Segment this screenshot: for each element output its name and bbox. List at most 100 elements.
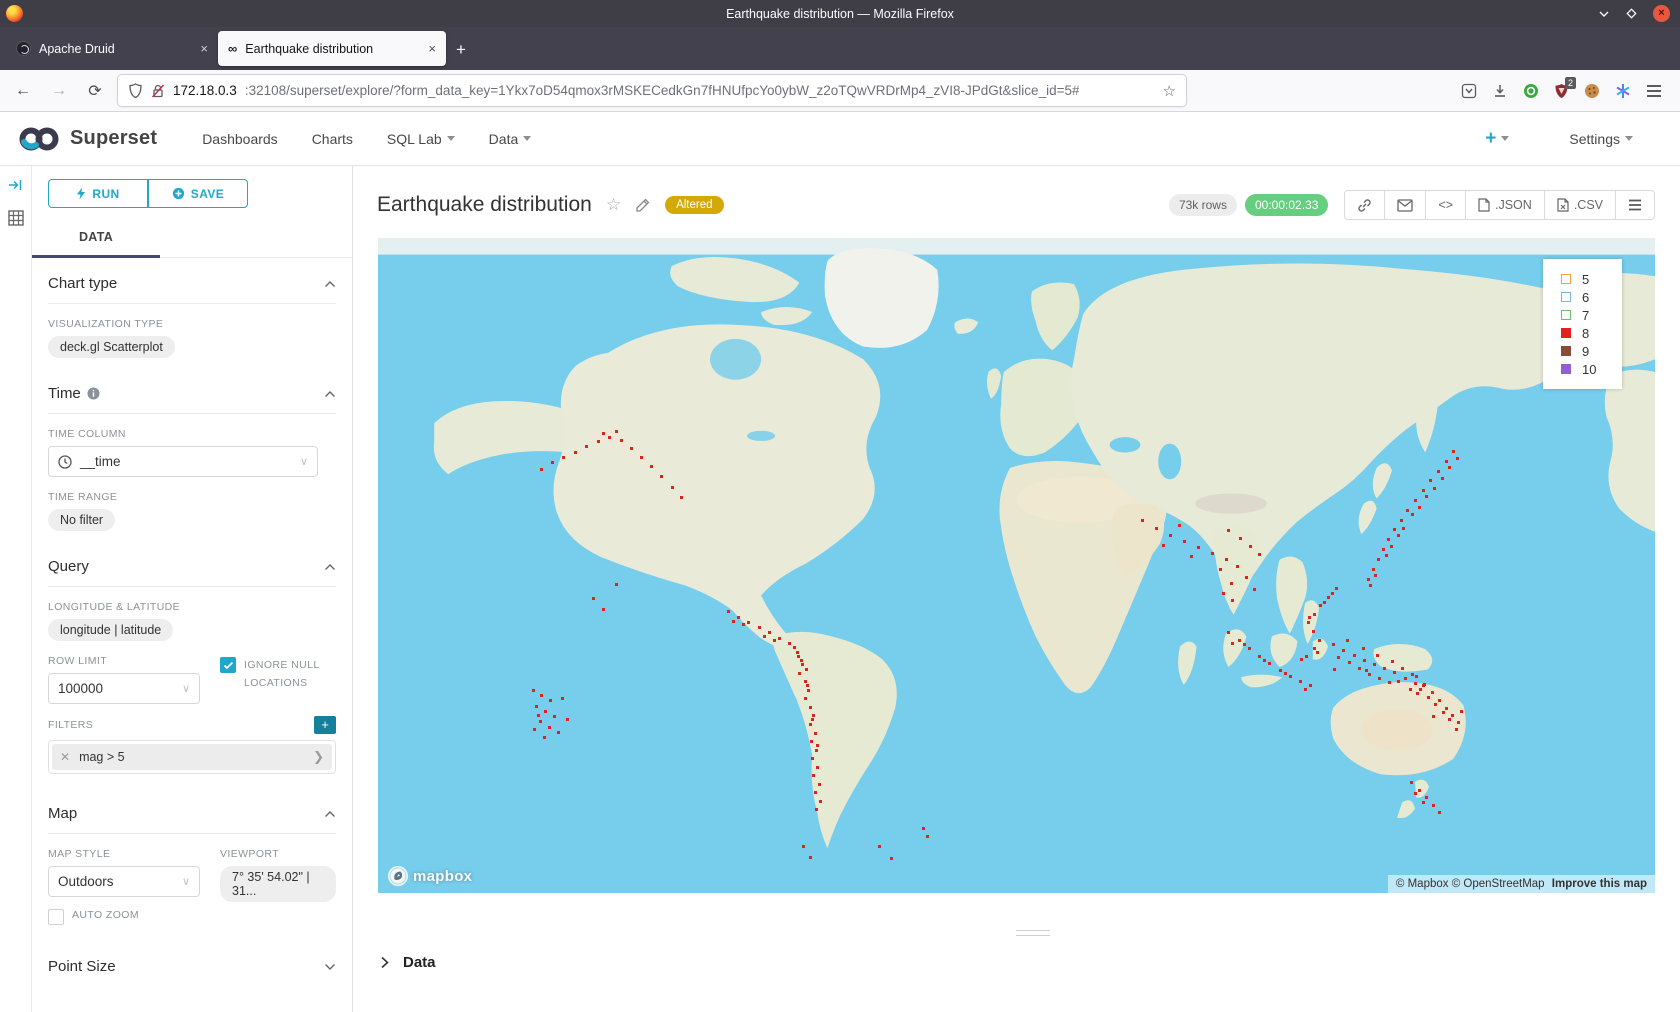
earthquake-dot <box>737 616 740 619</box>
insecure-lock-icon[interactable] <box>151 83 165 99</box>
nav-data[interactable]: Data <box>489 131 532 147</box>
embed-code-button[interactable]: <> <box>1426 190 1466 220</box>
reload-button[interactable]: ⟳ <box>82 81 108 101</box>
legend-item[interactable]: 5 <box>1561 270 1622 288</box>
chevron-up-icon[interactable] <box>324 280 336 288</box>
close-tab-icon[interactable]: × <box>200 41 208 56</box>
close-window-button[interactable]: × <box>1653 5 1670 22</box>
earthquake-dot <box>1263 659 1266 662</box>
resize-handle[interactable] <box>1016 930 1050 940</box>
earthquake-dot <box>650 465 653 468</box>
lightning-icon <box>76 187 86 200</box>
tab-data[interactable]: DATA <box>32 230 160 244</box>
lonlat-value[interactable]: longitude | latitude <box>48 619 173 641</box>
attrib-mapbox[interactable]: © Mapbox <box>1396 878 1449 890</box>
hamburger-menu-icon[interactable] <box>1646 84 1662 98</box>
legend-item[interactable]: 6 <box>1561 288 1622 306</box>
legend-item[interactable]: 10 <box>1561 360 1622 378</box>
viewport-value[interactable]: 7° 35' 54.02" | 31... <box>220 866 336 902</box>
chevron-down-icon[interactable] <box>324 963 336 971</box>
forward-button[interactable]: → <box>46 82 72 100</box>
row-limit-select[interactable]: 100000 ∨ <box>48 673 200 704</box>
remove-filter-icon[interactable]: ✕ <box>60 750 70 764</box>
new-tab-button[interactable]: + <box>456 40 466 60</box>
favorite-star-icon[interactable]: ☆ <box>606 195 621 215</box>
run-button[interactable]: RUN <box>48 179 148 208</box>
expand-panel-icon[interactable] <box>8 178 23 192</box>
legend-item[interactable]: 9 <box>1561 342 1622 360</box>
earthquake-dot <box>1197 546 1200 549</box>
section-point-size[interactable]: Point Size <box>48 941 336 986</box>
magnitude-legend[interactable]: 5678910 <box>1543 259 1622 389</box>
dataset-grid-icon[interactable] <box>8 210 24 226</box>
settings-menu[interactable]: Settings <box>1569 131 1633 147</box>
deckgl-scatterplot-map[interactable]: 5678910 mapbox © Mapbox © OpenStreetMap … <box>378 238 1655 893</box>
nav-charts[interactable]: Charts <box>312 131 353 147</box>
extension-colorful-icon[interactable] <box>1615 83 1631 99</box>
earthquake-dot <box>814 732 817 735</box>
adblock-shield-icon[interactable]: 2 <box>1554 83 1569 99</box>
edit-properties-icon[interactable] <box>635 197 651 213</box>
export-csv-button[interactable]: .CSV <box>1545 190 1616 220</box>
export-json-button[interactable]: .JSON <box>1466 190 1545 220</box>
tab-apache-druid[interactable]: Apache Druid × <box>6 31 218 66</box>
nav-dashboards[interactable]: Dashboards <box>202 131 278 147</box>
cookie-icon[interactable] <box>1584 83 1600 99</box>
ignore-null-checkbox[interactable] <box>220 657 236 673</box>
superset-logo[interactable]: Superset <box>16 124 157 154</box>
chevron-up-icon[interactable] <box>324 810 336 818</box>
minimize-icon[interactable] <box>1598 8 1610 20</box>
earthquake-dot <box>533 728 536 731</box>
query-timer-badge: 00:00:02.33 <box>1245 194 1328 216</box>
new-item-button[interactable]: + <box>1485 128 1509 150</box>
legend-swatch-icon <box>1561 274 1571 284</box>
auto-zoom-checkbox[interactable] <box>48 909 64 925</box>
earthquake-dot <box>574 451 577 454</box>
tab-earthquake-distribution[interactable]: ∞ Earthquake distribution × <box>218 31 446 66</box>
extension-green-icon[interactable] <box>1523 83 1539 99</box>
add-filter-button[interactable]: + <box>314 716 336 734</box>
earthquake-dot <box>1353 654 1356 657</box>
earthquake-dot <box>1331 592 1334 595</box>
earthquake-dot <box>1327 596 1330 599</box>
bookmark-star-icon[interactable]: ☆ <box>1163 82 1176 100</box>
section-chart-type[interactable]: Chart type <box>48 258 336 304</box>
data-panel-header[interactable]: Data <box>379 954 436 971</box>
earthquake-dot <box>1304 688 1307 691</box>
mapbox-logo[interactable]: mapbox <box>387 865 472 887</box>
legend-item[interactable]: 8 <box>1561 324 1622 342</box>
earthquake-dot <box>1451 714 1454 717</box>
share-link-button[interactable] <box>1344 190 1385 220</box>
map-style-select[interactable]: Outdoors ∨ <box>48 866 200 897</box>
section-map[interactable]: Map <box>48 788 336 834</box>
improve-map-link[interactable]: Improve this map <box>1552 878 1647 890</box>
filter-chip[interactable]: ✕ mag > 5 ❯ <box>52 744 332 770</box>
chevron-right-icon[interactable]: ❯ <box>313 749 324 765</box>
pocket-icon[interactable] <box>1461 83 1477 99</box>
save-button[interactable]: SAVE <box>148 179 248 208</box>
chevron-up-icon[interactable] <box>324 390 336 398</box>
time-column-select[interactable]: __time ∨ <box>48 446 318 477</box>
back-button[interactable]: ← <box>10 82 36 100</box>
section-query[interactable]: Query <box>48 541 336 587</box>
chevron-up-icon[interactable] <box>324 563 336 571</box>
attrib-osm[interactable]: © OpenStreetMap <box>1452 878 1545 890</box>
downloads-icon[interactable] <box>1492 83 1508 99</box>
earthquake-dot <box>922 827 925 830</box>
earthquake-dot <box>1333 668 1336 671</box>
legend-item[interactable]: 7 <box>1561 306 1622 324</box>
earthquake-dot <box>1452 450 1455 453</box>
visualization-type-value[interactable]: deck.gl Scatterplot <box>48 336 175 358</box>
nav-sql-lab[interactable]: SQL Lab <box>387 131 455 147</box>
close-tab-icon[interactable]: × <box>428 41 436 56</box>
section-time[interactable]: Time <box>48 368 336 414</box>
time-range-value[interactable]: No filter <box>48 509 115 531</box>
shield-icon[interactable] <box>128 83 143 99</box>
url-input[interactable]: 172.18.0.3:32108/superset/explore/?form_… <box>118 75 1186 106</box>
earthquake-dot <box>597 440 600 443</box>
maximize-icon[interactable] <box>1626 8 1637 19</box>
email-button[interactable] <box>1385 190 1426 220</box>
chevron-right-icon[interactable] <box>379 956 390 969</box>
earthquake-dot <box>1337 656 1340 659</box>
chart-menu-button[interactable] <box>1616 190 1655 220</box>
